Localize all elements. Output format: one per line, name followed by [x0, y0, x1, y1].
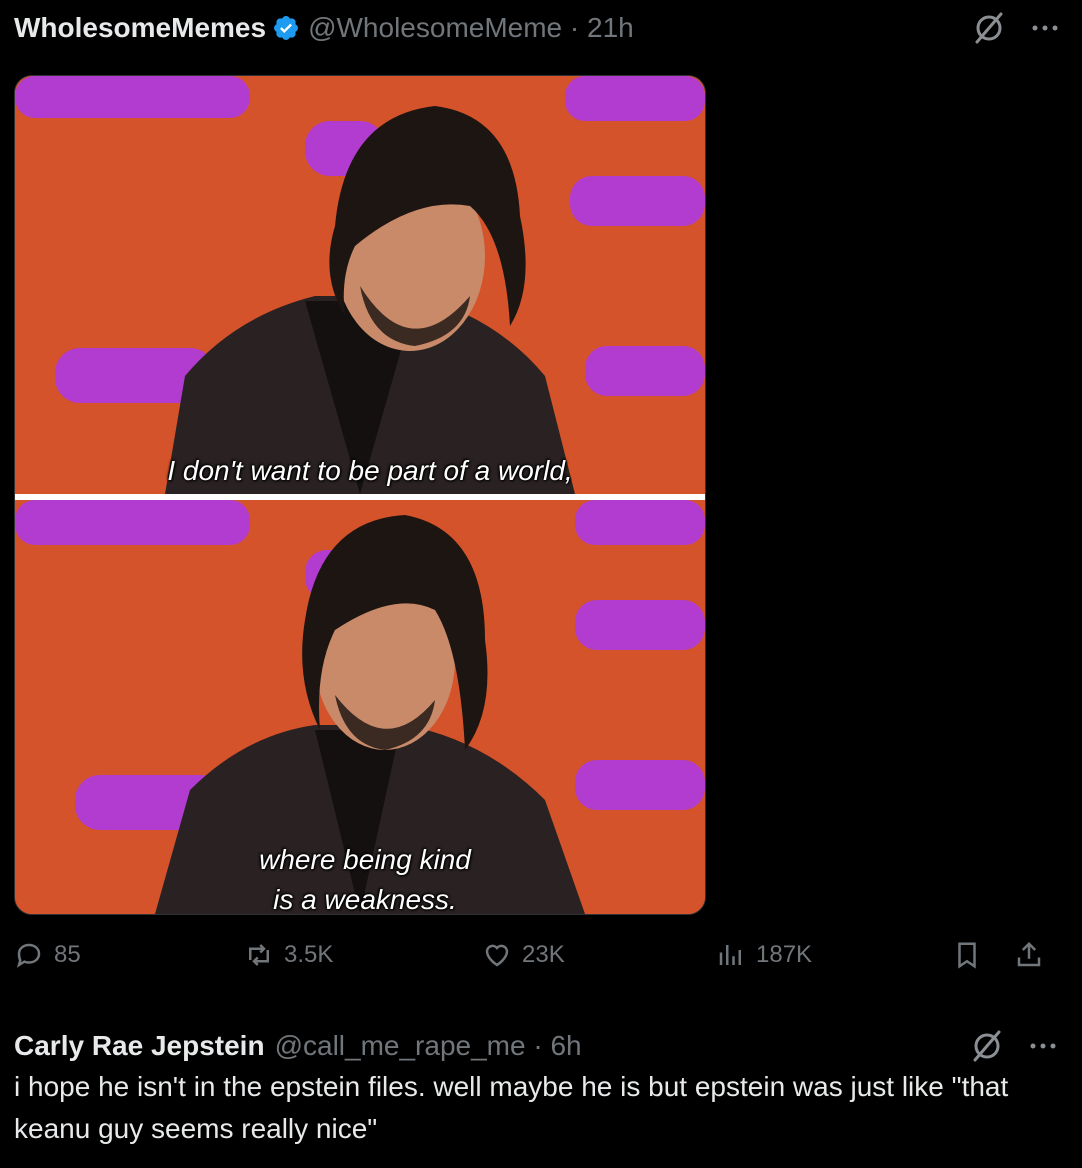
reply-author-name[interactable]: Carly Rae Jepstein	[14, 1030, 265, 1062]
repost-icon	[249, 944, 269, 966]
like-icon	[485, 944, 509, 967]
like-count: 23K	[522, 941, 565, 968]
reply-author-handle[interactable]: @call_me_rape_me · 6h	[275, 1030, 582, 1062]
header-actions	[972, 8, 1062, 48]
reply-button[interactable]: 85	[14, 940, 81, 970]
reply-header: Carly Rae Jepstein @call_me_rape_me · 6h	[14, 1026, 1060, 1066]
view-count: 187K	[756, 941, 813, 968]
post-actions: 85 3.5K 23K 187K	[14, 940, 1054, 980]
repost-button[interactable]: 3.5K	[244, 940, 333, 970]
bookmark-icon	[958, 942, 976, 969]
author-handle[interactable]: @WholesomeMeme · 21h	[308, 12, 634, 44]
reply-post[interactable]: Carly Rae Jepstein @call_me_rape_me · 6h…	[14, 1026, 1060, 1150]
meme-caption-top: I don't want to be part of a world,	[167, 455, 573, 486]
bookmark-button[interactable]	[952, 940, 982, 970]
repost-count: 3.5K	[284, 941, 334, 968]
post-header: WholesomeMemes @WholesomeMeme · 21h	[14, 8, 1062, 48]
post-media-image[interactable]: I don't want to be part of a world, wher…	[14, 75, 706, 915]
share-icon	[1017, 941, 1041, 967]
share-button[interactable]	[1014, 940, 1044, 970]
more-icon[interactable]	[1026, 1029, 1060, 1063]
verified-badge-icon	[274, 16, 299, 40]
reply-icon	[16, 943, 41, 968]
views-icon	[719, 945, 741, 965]
more-icon[interactable]	[1028, 11, 1062, 45]
meme-caption-bottom-line2: is a weakness.	[273, 884, 457, 915]
grok-icon[interactable]	[972, 11, 1006, 45]
meme-caption-bottom-line1: where being kind	[259, 844, 471, 875]
grok-icon[interactable]	[970, 1029, 1004, 1063]
reply-count: 85	[54, 941, 81, 968]
views-button[interactable]: 187K	[716, 940, 812, 970]
author-name[interactable]: WholesomeMemes	[14, 12, 266, 44]
like-button[interactable]: 23K	[482, 940, 565, 970]
reply-header-actions	[970, 1026, 1060, 1066]
meme-panel-top	[15, 76, 705, 494]
reply-text: i hope he isn't in the epstein files. we…	[14, 1071, 1009, 1144]
